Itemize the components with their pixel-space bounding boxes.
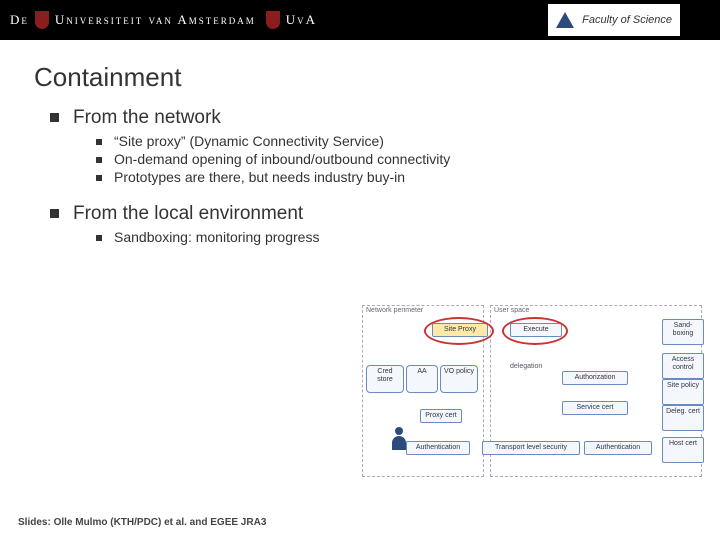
bullet-text: “Site proxy” (Dynamic Connectivity Servi… [114,133,384,149]
bullet-text: Prototypes are there, but needs industry… [114,169,405,185]
bullet-item: On-demand opening of inbound/outbound co… [96,151,720,167]
bullet-item: Prototypes are there, but needs industry… [96,169,720,185]
slide-content: From the network “Site proxy” (Dynamic C… [50,107,720,245]
region-label: User space [494,307,529,314]
section-heading-text: From the network [73,107,221,128]
user-icon [390,427,408,455]
section-heading-text: From the local environment [73,203,303,224]
box-aa: AA [406,365,438,393]
square-bullet-icon [96,235,102,241]
highlight-circle-icon [502,317,568,345]
footer-credit: Slides: Olle Mulmo (KTH/PDC) et al. and … [18,517,266,528]
box-cred-store: Cred store [366,365,404,393]
university-short: UvA [286,12,317,28]
shield-icon [266,11,280,29]
box-service-cert: Service cert [562,401,628,415]
square-bullet-icon [96,139,102,145]
box-site-policy: Site policy [662,379,704,405]
box-authentication-left: Authentication [406,441,470,455]
bullet-text: Sandboxing: monitoring progress [114,229,319,245]
section-heading: From the network [50,107,720,129]
label-delegation: delegation [510,363,542,370]
faculty-name: Faculty of Science [582,14,672,26]
box-vo-policy: VO policy [440,365,478,393]
shield-icon [35,11,49,29]
header-bar: De Universiteit van Amsterdam UvA Grid M… [0,0,720,40]
architecture-diagram: Network perimeter User space Site Proxy … [362,305,702,485]
bullet-item: “Site proxy” (Dynamic Connectivity Servi… [96,133,720,149]
square-bullet-icon [96,175,102,181]
university-prefix: De [10,12,29,28]
square-bullet-icon [50,209,59,218]
box-transport-security: Transport level security [482,441,580,455]
box-host-cert: Host cert [662,437,704,463]
box-deleg-cert: Deleg. cert [662,405,704,431]
slide-title: Containment [34,62,720,93]
box-access-control: Access control [662,353,704,379]
box-proxy-cert: Proxy cert [420,409,462,423]
region-label: Network perimeter [366,307,423,314]
faculty-block: Grid Middleware II Faculty of Science [548,4,680,36]
triangle-icon [556,12,574,28]
bullet-item: Sandboxing: monitoring progress [96,229,720,245]
highlight-circle-icon [424,317,494,345]
square-bullet-icon [50,113,59,122]
bullet-text: On-demand opening of inbound/outbound co… [114,151,450,167]
university-main: Universiteit van Amsterdam [55,12,256,28]
square-bullet-icon [96,157,102,163]
box-sandboxing: Sand-boxing [662,319,704,345]
section-heading: From the local environment [50,203,720,225]
box-authentication-right: Authentication [584,441,652,455]
box-authorization: Authorization [562,371,628,385]
